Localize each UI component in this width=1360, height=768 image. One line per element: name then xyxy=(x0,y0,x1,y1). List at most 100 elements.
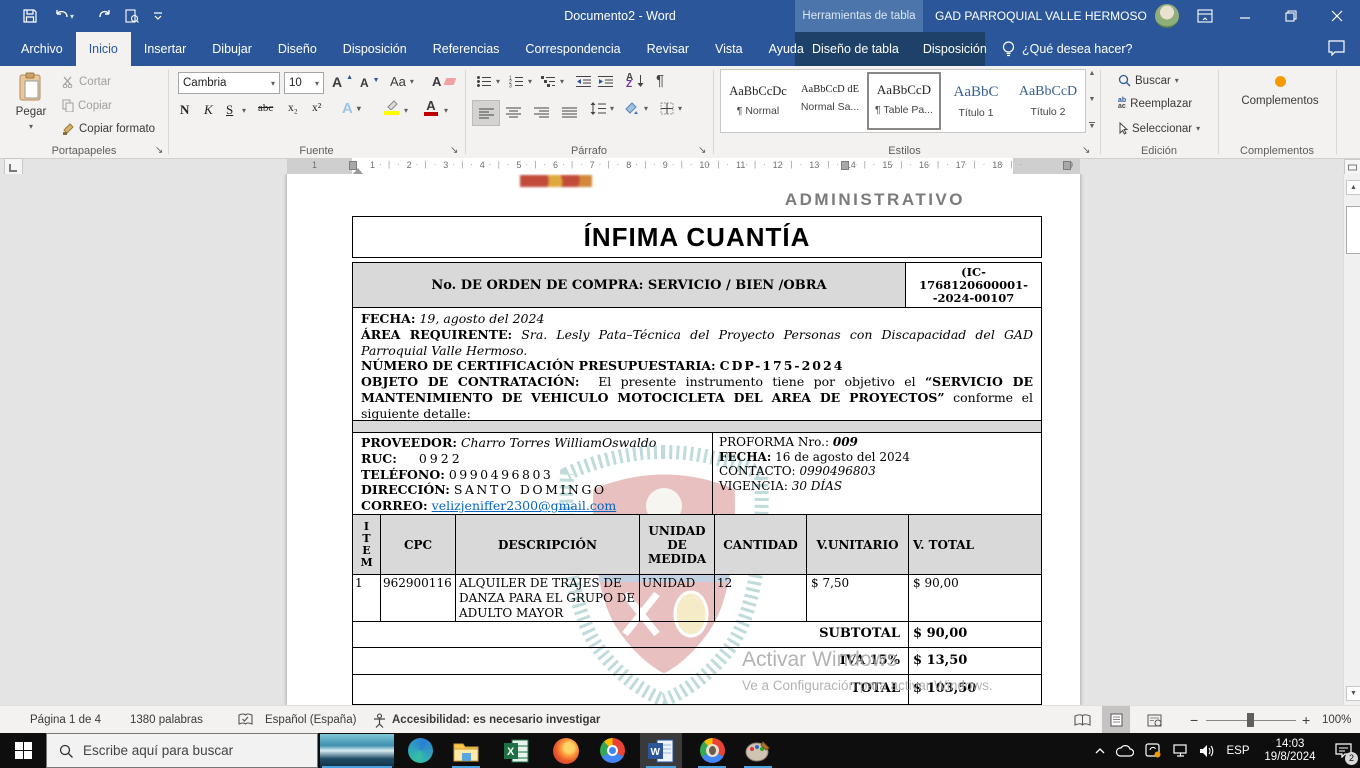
align-right-button[interactable] xyxy=(528,100,554,124)
style-normal-sa[interactable]: AaBbCcD dE Normal Sa... xyxy=(795,76,865,132)
font-name-combo[interactable]: Cambria▾ xyxy=(178,72,280,94)
align-center-button[interactable] xyxy=(500,100,526,124)
customize-qat-icon[interactable] xyxy=(146,5,170,27)
tab-disposicion[interactable]: Disposición xyxy=(330,32,420,66)
show-paragraph-marks-button[interactable]: ¶ xyxy=(656,72,664,89)
superscript-button[interactable]: x² xyxy=(312,102,321,114)
tab-inicio[interactable]: Inicio xyxy=(76,32,131,66)
restore-button[interactable] xyxy=(1268,0,1314,32)
scroll-up-arrow[interactable]: ▲ xyxy=(1346,180,1360,195)
select-button[interactable]: Seleccionar▾ xyxy=(1118,122,1200,135)
clipboard-dialog-launcher[interactable]: ↘ xyxy=(155,145,163,156)
tab-dibujar[interactable]: Dibujar xyxy=(199,32,265,66)
proofing-icon[interactable] xyxy=(238,706,253,734)
tab-revisar[interactable]: Revisar xyxy=(634,32,702,66)
shrink-font-button[interactable]: A▼ xyxy=(360,76,380,90)
bold-button[interactable]: N xyxy=(180,102,189,118)
vertical-scrollbar[interactable]: ▲ ▼ xyxy=(1343,174,1360,705)
tab-referencias[interactable]: Referencias xyxy=(420,32,513,66)
zoom-level[interactable]: 100% xyxy=(1322,706,1351,734)
increase-indent-button[interactable] xyxy=(598,75,613,88)
style-titulo-2[interactable]: AaBbCcD Título 2 xyxy=(1013,76,1083,132)
tab-correspondencia[interactable]: Correspondencia xyxy=(512,32,633,66)
bullets-button[interactable]: ▾ xyxy=(476,75,500,88)
task-view-thumbnail[interactable] xyxy=(318,733,396,768)
sort-button[interactable]: AZ xyxy=(626,74,644,88)
volume-icon[interactable] xyxy=(1194,733,1220,768)
style-normal[interactable]: AaBbCcDc ¶ Normal xyxy=(723,76,793,132)
highlight-dropdown[interactable]: ▾ xyxy=(404,106,408,115)
print-layout-button[interactable] xyxy=(1102,706,1130,734)
addins-button[interactable]: Complementos xyxy=(1240,76,1320,107)
style-titulo-1[interactable]: AaBbC Título 1 xyxy=(941,76,1011,132)
paste-dropdown[interactable]: ▾ xyxy=(29,122,33,131)
edge-icon[interactable] xyxy=(400,733,440,768)
close-button[interactable] xyxy=(1314,0,1360,32)
excel-icon[interactable]: X xyxy=(496,733,536,768)
tray-chevron-icon[interactable] xyxy=(1088,733,1112,768)
strikethrough-button[interactable]: abc xyxy=(258,102,273,114)
tab-diseno[interactable]: Diseño xyxy=(265,32,330,66)
underline-dropdown[interactable]: ▾ xyxy=(242,106,246,115)
horizontal-ruler[interactable]: 1 19 1·|·2·|·3·|·4·|·5·|·6·|·7·|·8·|·9·|… xyxy=(287,158,1080,174)
web-layout-button[interactable] xyxy=(1140,706,1168,734)
minimize-button[interactable] xyxy=(1222,0,1268,32)
document-page[interactable]: ADMINISTRATIVO ÍNFIMA CUANTÍA No. DE ORD… xyxy=(287,174,1080,705)
accessibility-status[interactable]: Accesibilidad: es necesario investigar xyxy=(392,706,600,734)
update-pending-icon[interactable] xyxy=(1140,733,1166,768)
copy-button[interactable]: Copiar xyxy=(62,99,112,112)
highlight-button[interactable] xyxy=(384,100,399,115)
text-effects-button[interactable]: A▾ xyxy=(342,100,361,117)
table-column-marker[interactable] xyxy=(841,161,849,170)
tab-insertar[interactable]: Insertar xyxy=(131,32,199,66)
paragraph-dialog-launcher[interactable]: ↘ xyxy=(698,145,706,156)
underline-button[interactable]: S xyxy=(226,102,233,118)
read-mode-button[interactable] xyxy=(1068,706,1096,734)
table-column-marker[interactable] xyxy=(1063,161,1071,170)
taskbar-search-box[interactable]: Escribe aquí para buscar xyxy=(46,733,318,768)
grow-font-button[interactable]: A▲ xyxy=(332,74,353,90)
language-indicator[interactable]: Español (España) xyxy=(265,706,356,734)
word-count[interactable]: 1380 palabras xyxy=(130,706,203,734)
undo-dropdown[interactable]: ▾ xyxy=(70,12,74,21)
line-spacing-button[interactable]: ▾ xyxy=(590,102,614,115)
scrollbar-thumb[interactable] xyxy=(1346,206,1360,254)
correo-link[interactable]: velizjeniffer2300@gmail.com xyxy=(432,498,617,513)
clock[interactable]: 14:03 19/8/2024 xyxy=(1258,733,1322,768)
print-preview-icon[interactable] xyxy=(120,5,144,27)
network-icon[interactable] xyxy=(1168,733,1194,768)
account-name[interactable]: GAD PARROQUIAL VALLE HERMOSO xyxy=(935,0,1179,32)
chrome-icon[interactable] xyxy=(592,733,632,768)
font-name-dropdown[interactable]: ▾ xyxy=(271,79,275,88)
tell-me-box[interactable]: ¿Qué desea hacer? xyxy=(1002,32,1133,66)
zoom-slider[interactable] xyxy=(1206,706,1296,734)
chrome-profile-icon[interactable] xyxy=(692,733,732,768)
numbering-button[interactable]: 123▾ xyxy=(508,75,532,88)
onedrive-icon[interactable] xyxy=(1112,733,1138,768)
feedback-comment-icon[interactable] xyxy=(1328,40,1345,61)
file-explorer-icon[interactable] xyxy=(446,733,486,768)
scroll-down-arrow[interactable]: ▼ xyxy=(1346,686,1360,701)
change-case-button[interactable]: Aa▾ xyxy=(390,74,414,89)
save-icon[interactable] xyxy=(18,5,42,27)
zoom-slider-thumb[interactable] xyxy=(1247,713,1254,727)
italic-button[interactable]: K xyxy=(204,102,213,118)
font-color-button[interactable]: A xyxy=(424,99,438,116)
styles-more-icon[interactable]: ▼ xyxy=(1089,122,1096,130)
styles-scroll-up-icon[interactable]: ▲ xyxy=(1089,70,1096,77)
clear-formatting-button[interactable]: A xyxy=(432,74,455,89)
paint-app-icon[interactable] xyxy=(738,733,778,768)
tab-vista[interactable]: Vista xyxy=(702,32,756,66)
redo-icon[interactable] xyxy=(92,5,116,27)
zoom-out-button[interactable]: − xyxy=(1190,706,1198,734)
replace-button[interactable]: abac Reemplazar xyxy=(1118,98,1192,110)
tab-archivo[interactable]: Archivo xyxy=(8,32,76,66)
borders-button[interactable]: ▾ xyxy=(660,102,682,115)
paste-button[interactable]: Pegar ▾ xyxy=(10,72,52,142)
firefox-icon[interactable] xyxy=(546,733,586,768)
notification-center-icon[interactable]: 2 xyxy=(1326,733,1360,768)
avatar[interactable] xyxy=(1155,4,1179,28)
language-tray[interactable]: ESP xyxy=(1222,733,1254,768)
multilevel-list-button[interactable]: ▾ xyxy=(540,75,564,88)
justify-button[interactable] xyxy=(556,100,582,124)
